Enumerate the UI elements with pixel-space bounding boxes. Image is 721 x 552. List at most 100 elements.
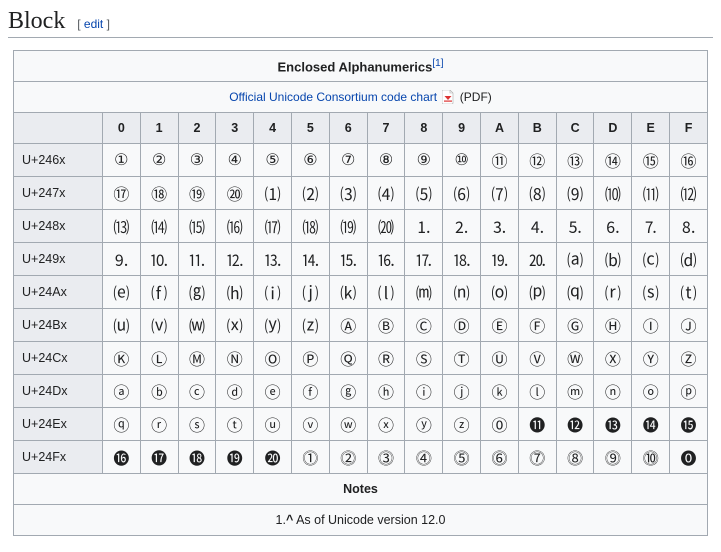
code-point-cell: ⑺ [481, 177, 519, 210]
code-point-cell: ⑱ [140, 177, 178, 210]
code-point-cell: ⓮ [632, 408, 670, 441]
notes-heading-row: Notes [14, 474, 708, 505]
col-header: D [594, 113, 632, 144]
code-point-cell: ⓘ [405, 375, 443, 408]
code-point-cell: ⑲ [178, 177, 216, 210]
code-point-cell: ⑥ [291, 144, 329, 177]
code-point-cell: ⒆ [329, 210, 367, 243]
code-point-cell: ⑸ [405, 177, 443, 210]
code-point-cell: ⓔ [254, 375, 292, 408]
col-header: 8 [405, 113, 443, 144]
code-point-cell: ⑭ [594, 144, 632, 177]
code-point-cell: ⓙ [443, 375, 481, 408]
row-header: U+24Ax [14, 276, 103, 309]
note-text: As of Unicode version 12.0 [293, 513, 445, 527]
code-point-cell: ⒰ [102, 309, 140, 342]
code-point-cell: ⒍ [594, 210, 632, 243]
row-header: U+248x [14, 210, 103, 243]
code-point-cell: ⒡ [140, 276, 178, 309]
code-point-cell: ⑽ [594, 177, 632, 210]
notes-item-row: 1.^ As of Unicode version 12.0 [14, 505, 708, 536]
code-point-cell: ① [102, 144, 140, 177]
code-point-cell: ⓝ [594, 375, 632, 408]
code-point-cell: ⒃ [216, 210, 254, 243]
code-point-cell: ⒣ [216, 276, 254, 309]
code-point-cell: ⒳ [216, 309, 254, 342]
code-point-cell: Ⓡ [367, 342, 405, 375]
code-point-cell: ⓰ [102, 441, 140, 474]
code-point-cell: ⓣ [216, 408, 254, 441]
code-point-cell: ⓿ [670, 441, 708, 474]
code-point-cell: Ⓟ [291, 342, 329, 375]
chart-subtitle-row: Official Unicode Consortium code chart (… [14, 82, 708, 113]
code-point-cell: ⒞ [632, 243, 670, 276]
code-point-cell: ⑿ [670, 177, 708, 210]
code-point-cell: ⒅ [291, 210, 329, 243]
code-point-cell: ⑳ [216, 177, 254, 210]
code-point-cell: ⑾ [632, 177, 670, 210]
code-point-cell: Ⓙ [670, 309, 708, 342]
code-point-cell: ⑪ [481, 144, 519, 177]
code-point-cell: Ⓖ [556, 309, 594, 342]
code-point-cell: ⒛ [518, 243, 556, 276]
code-point-cell: ⓴ [254, 441, 292, 474]
code-point-cell: Ⓚ [102, 342, 140, 375]
row-header: U+24Ex [14, 408, 103, 441]
code-point-cell: ⒈ [405, 210, 443, 243]
code-point-cell: Ⓘ [632, 309, 670, 342]
code-point-cell: ⒋ [518, 210, 556, 243]
code-point-cell: ② [140, 144, 178, 177]
code-point-cell: ⒉ [443, 210, 481, 243]
chart-title-ref[interactable]: [1] [432, 58, 443, 69]
code-point-cell: ⓑ [140, 375, 178, 408]
code-point-cell: Ⓢ [405, 342, 443, 375]
code-point-cell: ⓽ [594, 441, 632, 474]
code-point-cell: ⓦ [329, 408, 367, 441]
code-point-cell: ⓓ [216, 375, 254, 408]
row-header: U+24Dx [14, 375, 103, 408]
code-point-cell: ⒊ [481, 210, 519, 243]
code-point-cell: Ⓗ [594, 309, 632, 342]
code-point-cell: ⒏ [670, 210, 708, 243]
code-point-cell: ⓸ [405, 441, 443, 474]
edit-section-link[interactable]: [ edit ] [77, 17, 110, 31]
chart-title-row: Enclosed Alphanumerics[1] [14, 51, 708, 82]
code-point-cell: ⓺ [481, 441, 519, 474]
col-header: E [632, 113, 670, 144]
code-point-cell: ⒤ [254, 276, 292, 309]
code-point-cell: ⒠ [102, 276, 140, 309]
code-point-cell: ⓬ [556, 408, 594, 441]
code-point-cell: ⑩ [443, 144, 481, 177]
code-point-cell: Ⓔ [481, 309, 519, 342]
code-point-cell: ⒘ [405, 243, 443, 276]
code-point-cell: ⓖ [329, 375, 367, 408]
code-point-cell: ⑯ [670, 144, 708, 177]
code-point-cell: ⓚ [481, 375, 519, 408]
code-point-cell: ⒭ [594, 276, 632, 309]
code-point-cell: ⓲ [178, 441, 216, 474]
code-point-cell: ⒢ [178, 276, 216, 309]
code-point-cell: ⒴ [254, 309, 292, 342]
code-point-cell: ⒓ [216, 243, 254, 276]
code-point-cell: ④ [216, 144, 254, 177]
code-point-cell: Ⓥ [518, 342, 556, 375]
code-point-cell: ⓥ [291, 408, 329, 441]
code-point-cell: ⓠ [102, 408, 140, 441]
code-point-cell: Ⓠ [329, 342, 367, 375]
code-point-cell: ⓢ [178, 408, 216, 441]
code-point-cell: Ⓩ [670, 342, 708, 375]
code-point-cell: ⒧ [367, 276, 405, 309]
code-point-cell: ⒮ [632, 276, 670, 309]
corner-cell [14, 113, 103, 144]
official-chart-link[interactable]: Official Unicode Consortium code chart [229, 90, 437, 104]
col-header: 2 [178, 113, 216, 144]
section-title: Block [8, 8, 65, 34]
code-point-cell: Ⓦ [556, 342, 594, 375]
code-point-cell: ⓕ [291, 375, 329, 408]
code-point-cell: ⑶ [329, 177, 367, 210]
code-point-cell: ⒖ [329, 243, 367, 276]
col-header: 0 [102, 113, 140, 144]
code-point-cell: Ⓒ [405, 309, 443, 342]
code-point-cell: ⒌ [556, 210, 594, 243]
code-point-cell: ⑧ [367, 144, 405, 177]
